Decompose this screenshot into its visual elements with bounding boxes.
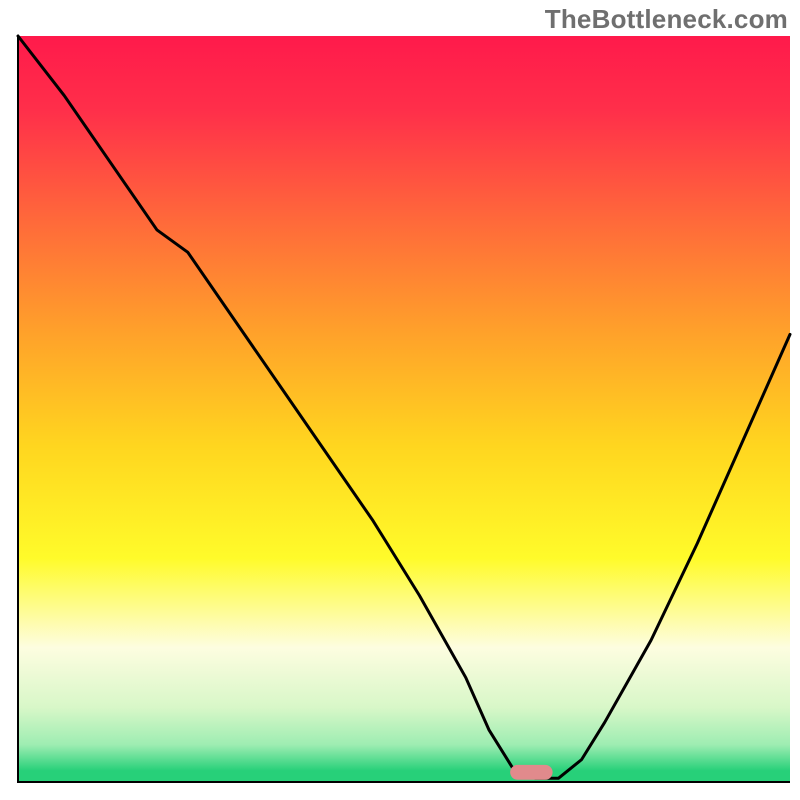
bottleneck-chart bbox=[0, 0, 800, 800]
valley-marker bbox=[510, 765, 552, 780]
chart-stage: TheBottleneck.com bbox=[0, 0, 800, 800]
watermark-text: TheBottleneck.com bbox=[545, 4, 788, 35]
gradient-background bbox=[18, 36, 790, 782]
